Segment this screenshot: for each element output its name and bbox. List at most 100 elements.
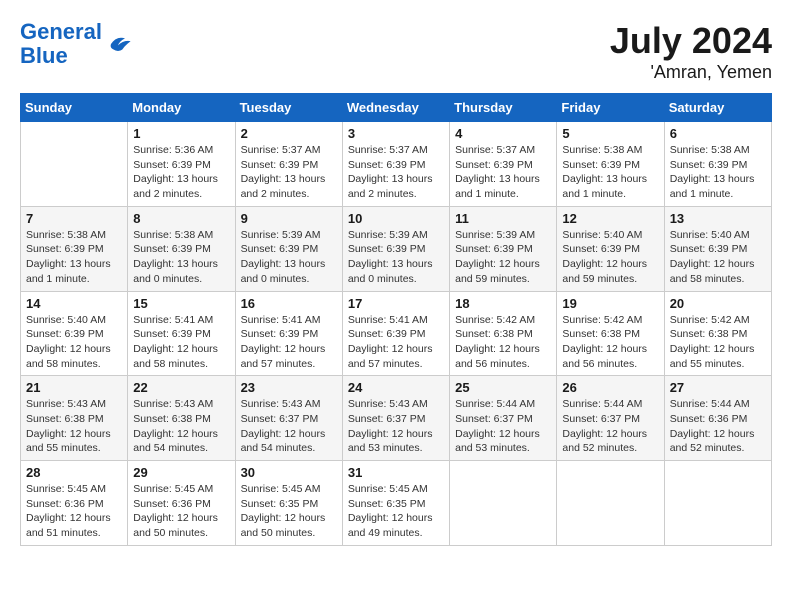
day-info: Sunrise: 5:43 AM Sunset: 6:38 PM Dayligh… — [133, 397, 229, 456]
day-number: 9 — [241, 211, 337, 226]
calendar-day-cell: 4 Sunrise: 5:37 AM Sunset: 6:39 PM Daylig… — [450, 122, 557, 207]
day-number: 7 — [26, 211, 122, 226]
day-number: 18 — [455, 296, 551, 311]
calendar-week-row: 1 Sunrise: 5:36 AM Sunset: 6:39 PM Daylig… — [21, 122, 772, 207]
calendar-day-cell: 8 Sunrise: 5:38 AM Sunset: 6:39 PM Daylig… — [128, 206, 235, 291]
day-info: Sunrise: 5:39 AM Sunset: 6:39 PM Dayligh… — [348, 228, 444, 287]
day-number: 29 — [133, 465, 229, 480]
calendar-day-cell: 14Sunrise: 5:40 AM Sunset: 6:39 PM Dayli… — [21, 291, 128, 376]
page-header: GeneralBlue July 2024 'Amran, Yemen — [20, 20, 772, 83]
calendar-day-cell: 27 Sunrise: 5:44 AM Sunset: 6:36 PM Dayli… — [664, 376, 771, 461]
day-number: 12 — [562, 211, 658, 226]
day-header-tuesday: Tuesday — [235, 94, 342, 122]
day-number: 31 — [348, 465, 444, 480]
day-number: 23 — [241, 380, 337, 395]
day-header-sunday: Sunday — [21, 94, 128, 122]
calendar-day-cell: 11 Sunrise: 5:39 AM Sunset: 6:39 PM Dayli… — [450, 206, 557, 291]
calendar-day-cell: 30 Sunrise: 5:45 AM Sunset: 6:35 PM Dayli… — [235, 461, 342, 546]
day-info: Sunrise: 5:37 AM Sunset: 6:39 PM Dayligh… — [241, 143, 337, 202]
day-info: Sunrise: 5:40 AM Sunset: 6:39 PM Dayligh… — [670, 228, 766, 287]
days-header-row: SundayMondayTuesdayWednesdayThursdayFrid… — [21, 94, 772, 122]
day-number: 6 — [670, 126, 766, 141]
day-number: 4 — [455, 126, 551, 141]
day-info: Sunrise: 5:44 AM Sunset: 6:37 PM Dayligh… — [562, 397, 658, 456]
day-info: Sunrise: 5:40 AM Sunset: 6:39 PM Dayligh… — [562, 228, 658, 287]
calendar-day-cell: 23 Sunrise: 5:43 AM Sunset: 6:37 PM Dayli… — [235, 376, 342, 461]
logo: GeneralBlue — [20, 20, 132, 68]
sub-title: 'Amran, Yemen — [610, 62, 772, 83]
calendar-day-cell: 17 Sunrise: 5:41 AM Sunset: 6:39 PM Dayli… — [342, 291, 449, 376]
day-number: 30 — [241, 465, 337, 480]
day-info: Sunrise: 5:45 AM Sunset: 6:35 PM Dayligh… — [241, 482, 337, 541]
calendar-day-cell — [21, 122, 128, 207]
day-number: 22 — [133, 380, 229, 395]
calendar-day-cell: 1 Sunrise: 5:36 AM Sunset: 6:39 PM Daylig… — [128, 122, 235, 207]
day-info: Sunrise: 5:37 AM Sunset: 6:39 PM Dayligh… — [348, 143, 444, 202]
day-header-thursday: Thursday — [450, 94, 557, 122]
calendar-day-cell: 13Sunrise: 5:40 AM Sunset: 6:39 PM Dayli… — [664, 206, 771, 291]
day-info: Sunrise: 5:42 AM Sunset: 6:38 PM Dayligh… — [670, 313, 766, 372]
day-info: Sunrise: 5:41 AM Sunset: 6:39 PM Dayligh… — [241, 313, 337, 372]
day-number: 24 — [348, 380, 444, 395]
day-number: 26 — [562, 380, 658, 395]
calendar-day-cell: 29 Sunrise: 5:45 AM Sunset: 6:36 PM Dayli… — [128, 461, 235, 546]
day-info: Sunrise: 5:38 AM Sunset: 6:39 PM Dayligh… — [562, 143, 658, 202]
logo-text: GeneralBlue — [20, 20, 102, 68]
day-number: 17 — [348, 296, 444, 311]
day-info: Sunrise: 5:45 AM Sunset: 6:36 PM Dayligh… — [133, 482, 229, 541]
day-info: Sunrise: 5:38 AM Sunset: 6:39 PM Dayligh… — [26, 228, 122, 287]
calendar-week-row: 7 Sunrise: 5:38 AM Sunset: 6:39 PM Daylig… — [21, 206, 772, 291]
day-info: Sunrise: 5:43 AM Sunset: 6:38 PM Dayligh… — [26, 397, 122, 456]
day-info: Sunrise: 5:44 AM Sunset: 6:37 PM Dayligh… — [455, 397, 551, 456]
calendar-day-cell: 18 Sunrise: 5:42 AM Sunset: 6:38 PM Dayli… — [450, 291, 557, 376]
calendar-day-cell: 19Sunrise: 5:42 AM Sunset: 6:38 PM Dayli… — [557, 291, 664, 376]
day-info: Sunrise: 5:36 AM Sunset: 6:39 PM Dayligh… — [133, 143, 229, 202]
calendar-week-row: 21 Sunrise: 5:43 AM Sunset: 6:38 PM Dayli… — [21, 376, 772, 461]
day-number: 1 — [133, 126, 229, 141]
calendar-day-cell — [664, 461, 771, 546]
day-header-friday: Friday — [557, 94, 664, 122]
calendar-day-cell — [557, 461, 664, 546]
day-info: Sunrise: 5:39 AM Sunset: 6:39 PM Dayligh… — [241, 228, 337, 287]
day-number: 8 — [133, 211, 229, 226]
calendar-day-cell: 9 Sunrise: 5:39 AM Sunset: 6:39 PM Daylig… — [235, 206, 342, 291]
calendar-header: SundayMondayTuesdayWednesdayThursdayFrid… — [21, 94, 772, 122]
main-title: July 2024 — [610, 20, 772, 62]
day-number: 16 — [241, 296, 337, 311]
day-number: 3 — [348, 126, 444, 141]
calendar-day-cell: 15Sunrise: 5:41 AM Sunset: 6:39 PM Dayli… — [128, 291, 235, 376]
day-info: Sunrise: 5:37 AM Sunset: 6:39 PM Dayligh… — [455, 143, 551, 202]
calendar-day-cell: 26 Sunrise: 5:44 AM Sunset: 6:37 PM Dayli… — [557, 376, 664, 461]
title-block: July 2024 'Amran, Yemen — [610, 20, 772, 83]
day-info: Sunrise: 5:43 AM Sunset: 6:37 PM Dayligh… — [348, 397, 444, 456]
day-number: 25 — [455, 380, 551, 395]
day-header-wednesday: Wednesday — [342, 94, 449, 122]
day-info: Sunrise: 5:44 AM Sunset: 6:36 PM Dayligh… — [670, 397, 766, 456]
calendar-day-cell: 12 Sunrise: 5:40 AM Sunset: 6:39 PM Dayli… — [557, 206, 664, 291]
day-info: Sunrise: 5:42 AM Sunset: 6:38 PM Dayligh… — [562, 313, 658, 372]
day-number: 11 — [455, 211, 551, 226]
day-number: 2 — [241, 126, 337, 141]
calendar-day-cell: 22 Sunrise: 5:43 AM Sunset: 6:38 PM Dayli… — [128, 376, 235, 461]
day-number: 21 — [26, 380, 122, 395]
calendar-body: 1 Sunrise: 5:36 AM Sunset: 6:39 PM Daylig… — [21, 122, 772, 546]
day-number: 27 — [670, 380, 766, 395]
day-number: 28 — [26, 465, 122, 480]
calendar-day-cell: 28Sunrise: 5:45 AM Sunset: 6:36 PM Dayli… — [21, 461, 128, 546]
calendar-day-cell: 5 Sunrise: 5:38 AM Sunset: 6:39 PM Daylig… — [557, 122, 664, 207]
calendar-day-cell: 3 Sunrise: 5:37 AM Sunset: 6:39 PM Daylig… — [342, 122, 449, 207]
calendar-day-cell: 6Sunrise: 5:38 AM Sunset: 6:39 PM Daylig… — [664, 122, 771, 207]
day-number: 20 — [670, 296, 766, 311]
logo-bird-icon — [104, 30, 132, 58]
day-info: Sunrise: 5:42 AM Sunset: 6:38 PM Dayligh… — [455, 313, 551, 372]
day-info: Sunrise: 5:39 AM Sunset: 6:39 PM Dayligh… — [455, 228, 551, 287]
calendar-day-cell: 10Sunrise: 5:39 AM Sunset: 6:39 PM Dayli… — [342, 206, 449, 291]
calendar-day-cell: 31 Sunrise: 5:45 AM Sunset: 6:35 PM Dayli… — [342, 461, 449, 546]
day-header-saturday: Saturday — [664, 94, 771, 122]
day-number: 5 — [562, 126, 658, 141]
day-info: Sunrise: 5:41 AM Sunset: 6:39 PM Dayligh… — [348, 313, 444, 372]
day-info: Sunrise: 5:38 AM Sunset: 6:39 PM Dayligh… — [133, 228, 229, 287]
day-number: 14 — [26, 296, 122, 311]
day-info: Sunrise: 5:43 AM Sunset: 6:37 PM Dayligh… — [241, 397, 337, 456]
day-info: Sunrise: 5:45 AM Sunset: 6:35 PM Dayligh… — [348, 482, 444, 541]
